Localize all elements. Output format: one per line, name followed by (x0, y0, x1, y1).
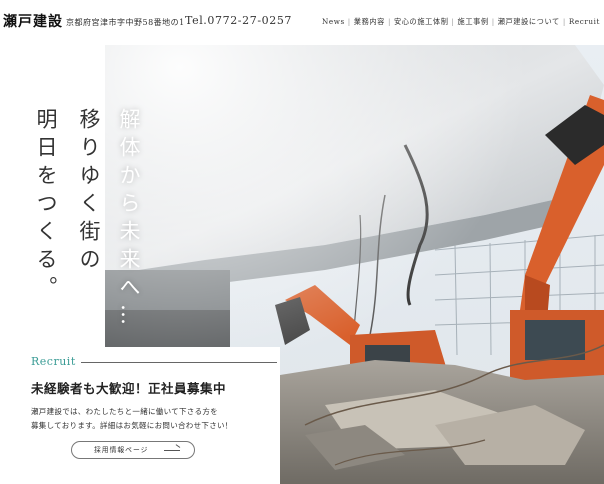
nav-separator: | (387, 17, 391, 26)
recruit-title: 未経験者も大歓迎！正社員募集中 (31, 381, 227, 396)
recruit-button-label: 採用情報ページ (94, 446, 149, 454)
recruit-page-button[interactable]: 採用情報ページ (71, 441, 195, 459)
recruit-description: 瀬戸建設では、わたしたちと一緒に働いて下さる方を 募集しております。詳細はお気軽… (31, 405, 271, 433)
nav-item-safety[interactable]: 安心の施工体制 (394, 17, 449, 27)
nav-item-recruit[interactable]: Recruit (569, 17, 600, 27)
global-nav: News | 業務内容 | 安心の施工体制 | 施工事例 | 瀬戸建設について … (322, 17, 600, 27)
catch-copy-line-2: 明日をつくる。 (34, 108, 58, 304)
nav-item-news[interactable]: News (322, 17, 345, 27)
nav-item-about[interactable]: 瀬戸建設について (498, 17, 560, 27)
nav-separator: | (347, 17, 351, 26)
site-logo[interactable]: 瀬戸建設 (3, 11, 63, 31)
nav-separator: | (562, 17, 566, 26)
recruit-description-line: 募集しております。詳細はお気軽にお問い合わせ下さい！ (31, 421, 233, 430)
arrow-right-icon (164, 450, 180, 451)
site-header: 瀬戸建設 京都府宮津市字中野58番地の1 Tel.0772-27-0257 Ne… (0, 0, 604, 44)
recruit-card: Recruit 未経験者も大歓迎！正社員募集中 瀬戸建設では、わたしたちと一緒に… (0, 347, 280, 484)
catch-copy-line-1: 移りゆく街の (77, 108, 101, 276)
nav-separator: | (451, 17, 455, 26)
recruit-description-line: 瀬戸建設では、わたしたちと一緒に働いて下さる方を (31, 407, 218, 416)
nav-item-services[interactable]: 業務内容 (354, 17, 385, 27)
company-address: 京都府宮津市字中野58番地の1 (66, 18, 185, 27)
company-phone[interactable]: Tel.0772-27-0257 (185, 14, 292, 27)
recruit-label: Recruit (31, 355, 76, 368)
nav-item-works[interactable]: 施工事例 (458, 17, 489, 27)
recruit-divider (81, 362, 277, 363)
catch-copy-white: 解体から未来へ… (117, 108, 141, 332)
nav-separator: | (491, 17, 495, 26)
